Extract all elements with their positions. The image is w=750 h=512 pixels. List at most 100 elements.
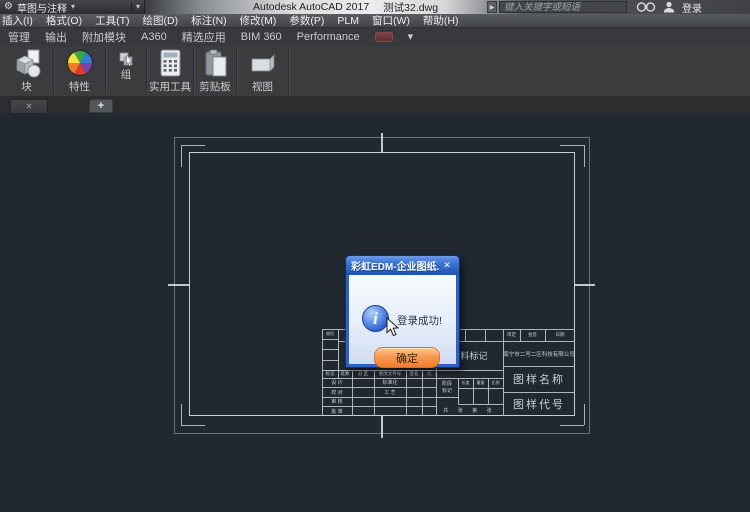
- titleblock-header: 更改文件号: [374, 370, 406, 378]
- calculator-icon[interactable]: [160, 49, 181, 77]
- menu-dimension[interactable]: 标注(N): [191, 13, 227, 28]
- titleblock-strip-cell: 借用: [322, 329, 338, 339]
- quick-access-dropdown-icon[interactable]: ▾: [136, 3, 140, 11]
- titleblock-row-label: 批 准: [322, 406, 352, 416]
- dialog-body: i 登录成功! 确定: [349, 275, 456, 364]
- menu-insert[interactable]: 插入(I): [2, 13, 33, 28]
- user-icon[interactable]: [663, 1, 675, 13]
- plus-icon: +: [98, 100, 104, 112]
- corner-mark: [560, 145, 584, 146]
- titlebar-icons: 登录: [636, 0, 702, 14]
- corner-mark: [584, 404, 585, 425]
- frame-tick: [381, 416, 383, 438]
- panel-divider: [288, 48, 289, 95]
- titleblock-cell: 审定: [503, 330, 520, 340]
- dialog-message: 登录成功!: [397, 313, 442, 328]
- titleblock-mid-label: 工 艺: [374, 387, 406, 397]
- panel-properties: 特性: [54, 46, 105, 97]
- file-tab-close-icon[interactable]: ✕: [26, 102, 33, 111]
- divider: [131, 2, 132, 12]
- help-search-input[interactable]: [499, 1, 627, 13]
- dialog-title-bar[interactable]: 彩虹EDM-企业图纸... ✕: [346, 256, 459, 275]
- clipboard-icon[interactable]: [205, 49, 227, 77]
- ribbon-tab-a360[interactable]: A360: [141, 31, 167, 43]
- view-icon[interactable]: [250, 54, 276, 74]
- corner-mark: [560, 425, 584, 426]
- panel-utilities: 实用工具: [147, 46, 193, 97]
- sign-in-button[interactable]: 登录: [682, 0, 702, 15]
- titleblock-cell: 会签: [520, 330, 545, 340]
- menu-parametric[interactable]: 参数(P): [289, 13, 324, 28]
- window-title: Autodesk AutoCAD 2017 测试32.dwg: [253, 0, 438, 14]
- edm-login-dialog: 彩虹EDM-企业图纸... ✕ i 登录成功! 确定: [345, 255, 460, 368]
- gear-icon: ⚙: [4, 2, 13, 12]
- color-wheel-icon[interactable]: [67, 50, 93, 76]
- menu-modify[interactable]: 修改(M): [240, 13, 277, 28]
- chevron-down-icon[interactable]: ▾: [408, 33, 414, 41]
- drawing-code-cell: 图样代号: [503, 392, 575, 416]
- ribbon-tab-featured-apps[interactable]: 精选应用: [182, 29, 226, 45]
- titleblock-row-label: 校 对: [322, 387, 352, 397]
- menu-tools[interactable]: 工具(T): [95, 13, 129, 28]
- search-flyout-button[interactable]: ▶: [487, 1, 497, 13]
- binoculars-search-icon[interactable]: [636, 1, 656, 13]
- group-button-label[interactable]: 组: [106, 68, 146, 80]
- workspace-switcher[interactable]: ⚙ 草图与注释 ▾ ▾: [0, 0, 145, 14]
- titleblock-header: 标记: [322, 370, 338, 378]
- titleblock-header: 签名: [406, 370, 422, 378]
- menu-plm[interactable]: PLM: [337, 15, 359, 27]
- ok-button-label: 确定: [396, 350, 418, 366]
- corner-mark: [181, 404, 182, 425]
- panel-label-utilities[interactable]: 实用工具: [147, 79, 193, 94]
- ribbon-panel-row: 块 特性 组: [0, 46, 750, 97]
- ribbon-tab-output[interactable]: 输出: [45, 29, 67, 45]
- titleblock-cell: 长度: [458, 378, 473, 388]
- ribbon-tab-manage[interactable]: 管理: [8, 29, 30, 45]
- block-icon[interactable]: [12, 49, 42, 79]
- panel-group: 组: [106, 46, 146, 97]
- titleblock-header: 处数: [338, 370, 352, 378]
- titleblock-row-label: 审 核: [322, 397, 352, 406]
- panel-clipboard: 剪贴板: [194, 46, 236, 97]
- mouse-cursor: [386, 317, 400, 337]
- panel-view: 视图: [237, 46, 288, 97]
- panel-label-properties[interactable]: 特性: [54, 79, 105, 94]
- chevron-down-icon: ▾: [71, 3, 75, 11]
- ribbon-tab-addins[interactable]: 附加模块: [82, 29, 126, 45]
- sheet-count-cell: 共 张 第 张: [436, 404, 503, 416]
- group-icon[interactable]: [119, 52, 134, 66]
- close-icon[interactable]: ✕: [440, 259, 454, 272]
- panel-label-clipboard[interactable]: 剪贴板: [194, 79, 236, 94]
- company-name-cell: 南宁市二号二区科技有限公司: [503, 341, 575, 366]
- ribbon-tab-bar: 管理 输出 附加模块 A360 精选应用 BIM 360 Performance…: [0, 28, 750, 46]
- frame-tick: [575, 284, 595, 286]
- ok-button[interactable]: 确定: [374, 347, 440, 368]
- titleblock-cell: 重量: [473, 378, 488, 388]
- ribbon-tab-bim360[interactable]: BIM 360: [241, 31, 282, 43]
- menu-draw[interactable]: 绘图(D): [143, 13, 179, 28]
- app-title: Autodesk AutoCAD 2017: [253, 1, 369, 13]
- new-tab-button[interactable]: +: [89, 99, 113, 113]
- titleblock-cell: 日期: [545, 330, 575, 340]
- stage-mark-cell: 阶段标记: [436, 378, 458, 397]
- drawing-name-cell: 图样名称: [503, 366, 575, 392]
- ribbon-tab-performance[interactable]: Performance: [297, 31, 360, 43]
- menu-help[interactable]: 帮助(H): [423, 13, 459, 28]
- panel-label-block[interactable]: 块: [0, 79, 53, 94]
- titleblock-header: 分 区: [352, 370, 374, 378]
- menu-format[interactable]: 格式(O): [46, 13, 82, 28]
- titleblock-header: 年、月、日: [422, 370, 436, 378]
- info-icon: i: [362, 305, 389, 332]
- panel-label-view[interactable]: 视图: [237, 79, 288, 94]
- file-tab[interactable]: ✕: [10, 99, 48, 113]
- media-button[interactable]: [375, 32, 393, 42]
- corner-mark: [584, 145, 585, 167]
- dialog-title: 彩虹EDM-企业图纸...: [351, 258, 440, 273]
- corner-mark: [181, 145, 182, 167]
- corner-mark: [181, 145, 205, 146]
- frame-tick: [168, 284, 189, 286]
- menu-window[interactable]: 窗口(W): [372, 13, 410, 28]
- corner-mark: [181, 425, 205, 426]
- frame-tick: [381, 133, 383, 152]
- panel-block: 块: [0, 46, 53, 97]
